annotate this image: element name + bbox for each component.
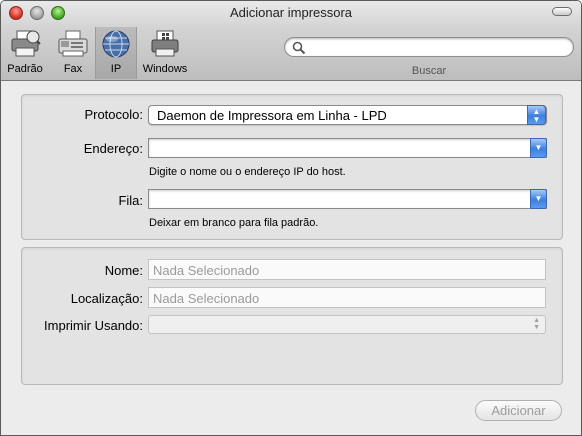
search-field[interactable] — [284, 37, 574, 57]
address-input[interactable] — [152, 141, 522, 155]
toolbar-item-windows[interactable]: Windows — [139, 27, 191, 79]
name-field[interactable] — [148, 259, 546, 280]
globe-ip-icon — [102, 30, 130, 58]
toolbar: Adicionar impressora Padrão Fax IP Windo… — [1, 1, 581, 81]
name-label: Nome: — [104, 263, 143, 278]
windows-printer-icon — [151, 30, 179, 57]
protocol-label: Protocolo: — [84, 107, 143, 122]
toolbar-item-label: IP — [110, 63, 122, 75]
toolbar-item-default[interactable]: Padrão — [3, 27, 47, 79]
up-down-arrows-icon: ▲ ▼ — [527, 105, 546, 125]
queue-label: Fila: — [118, 193, 143, 208]
protocol-popup[interactable]: Daemon de Impressora em Linha - LPD ▲ ▼ — [148, 105, 547, 125]
fax-icon — [58, 30, 88, 57]
toolbar-item-label: Windows — [142, 63, 188, 75]
name-input[interactable] — [153, 263, 533, 277]
queue-hint: Deixar em branco para fila padrão. — [149, 217, 319, 229]
toolbar-item-label: Fax — [63, 63, 83, 75]
printer-default-icon — [11, 30, 41, 57]
chevron-down-icon[interactable]: ▼ — [530, 138, 547, 158]
toolbar-item-label: Padrão — [7, 63, 43, 75]
up-down-arrows-icon: ▲ ▼ — [533, 317, 540, 331]
address-hint: Digite o nome ou o endereço IP do host. — [149, 166, 346, 178]
chevron-down-icon[interactable]: ▼ — [530, 189, 547, 209]
print-using-popup[interactable]: ▲ ▼ — [148, 315, 546, 334]
queue-input[interactable] — [152, 192, 522, 206]
add-button[interactable]: Adicionar — [475, 400, 562, 421]
search-label: Buscar — [411, 65, 447, 77]
connection-panel: Protocolo: Daemon de Impressora em Linha… — [21, 94, 563, 240]
location-input[interactable] — [153, 291, 533, 305]
location-field[interactable] — [148, 287, 546, 308]
print-using-label: Imprimir Usando: — [44, 318, 143, 333]
window-title: Adicionar impressora — [229, 5, 353, 20]
toolbar-toggle-button[interactable] — [552, 7, 572, 16]
toolbar-item-ip[interactable]: IP — [95, 27, 137, 79]
address-combo[interactable]: ▼ — [148, 138, 547, 158]
queue-combo[interactable]: ▼ — [148, 189, 547, 209]
add-printer-window: Adicionar impressora Padrão Fax IP Windo… — [0, 0, 582, 436]
protocol-value: Daemon de Impressora em Linha - LPD — [157, 108, 387, 123]
printer-details-panel: Nome: Localização: Imprimir Usando: ▲▼ — [21, 247, 563, 385]
address-label: Endereço: — [83, 141, 143, 156]
search-icon — [292, 41, 306, 55]
search-input[interactable] — [309, 40, 565, 54]
location-label: Localização: — [70, 291, 143, 306]
toolbar-item-fax[interactable]: Fax — [54, 27, 92, 79]
